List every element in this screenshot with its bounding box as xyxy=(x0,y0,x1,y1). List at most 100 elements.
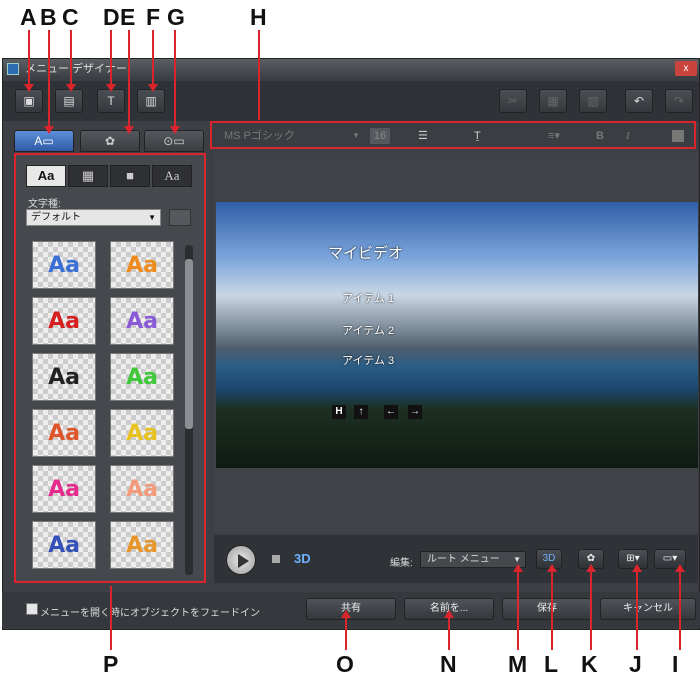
chevron-down-icon: ▼ xyxy=(148,213,156,222)
style-thumb-5[interactable]: Aa xyxy=(32,353,96,401)
callout-arrow-f xyxy=(148,84,158,92)
share-button[interactable]: 共有 xyxy=(306,598,396,620)
subtab-outline[interactable]: Aa xyxy=(152,165,192,187)
callout-line-c xyxy=(70,30,72,86)
style-thumb-1[interactable]: Aa xyxy=(32,241,96,289)
callout-p: P xyxy=(103,651,119,677)
callout-g: G xyxy=(167,4,185,30)
font-settings-button[interactable] xyxy=(169,209,191,226)
home-nav-button[interactable]: H xyxy=(332,405,346,419)
callout-arrow-a xyxy=(24,84,34,92)
callout-line-b xyxy=(48,30,50,130)
font-type-label: 文字種: xyxy=(28,199,61,210)
redo-icon[interactable]: ↷ xyxy=(665,89,693,113)
callout-n: N xyxy=(440,651,457,677)
cut-icon[interactable]: ✂ xyxy=(499,89,527,113)
menu-item-2[interactable]: アイテム 2 xyxy=(342,322,394,338)
color-swatch[interactable] xyxy=(672,130,684,142)
add-image-button[interactable]: ▤ xyxy=(55,89,83,113)
callout-line-e xyxy=(128,30,130,130)
callout-m: M xyxy=(508,651,528,677)
menu-item-3[interactable]: アイテム 3 xyxy=(342,352,394,368)
callout-j: J xyxy=(629,651,642,677)
style-thumb-6[interactable]: Aa xyxy=(110,353,174,401)
callout-arrow-m xyxy=(513,564,523,572)
undo-icon[interactable]: ↶ xyxy=(625,89,653,113)
menu-page-value: ルート メニュー xyxy=(427,554,500,565)
menu-title-text[interactable]: マイビデオ xyxy=(328,242,403,263)
callout-arrow-g xyxy=(170,126,180,134)
next-nav-button[interactable]: → xyxy=(408,405,422,419)
callout-line-m xyxy=(517,570,519,650)
edit-label: 編集: xyxy=(390,558,413,569)
line-spacing-icon[interactable]: ☰ xyxy=(418,128,428,144)
callout-arrow-d xyxy=(106,84,116,92)
callout-line-h xyxy=(258,30,260,120)
save-button[interactable]: 保存 xyxy=(502,598,592,620)
callout-arrow-j xyxy=(632,564,642,572)
callout-line-g xyxy=(174,30,176,130)
up-nav-button[interactable]: ↑ xyxy=(354,405,368,419)
cancel-button[interactable]: キャンセル xyxy=(600,598,696,620)
scrollbar-thumb[interactable] xyxy=(185,259,193,429)
add-text-button[interactable]: T xyxy=(97,89,125,113)
style-thumb-11[interactable]: Aa xyxy=(32,521,96,569)
callout-arrow-k xyxy=(586,564,596,572)
menu-page-select[interactable]: ルート メニュー ▼ xyxy=(420,551,526,568)
font-type-select[interactable]: デフォルト ▼ xyxy=(26,209,161,226)
font-family-select[interactable]: MS Pゴシック xyxy=(224,128,295,144)
style-thumb-8[interactable]: Aa xyxy=(110,409,174,457)
callout-d: D xyxy=(103,4,120,30)
close-button[interactable]: x xyxy=(675,61,697,76)
import-background-button[interactable]: ▣ xyxy=(15,89,43,113)
callout-k: K xyxy=(581,651,598,677)
font-size-select[interactable]: 16 xyxy=(370,128,390,144)
playback-bar: 3D 編集: ルート メニュー ▼ 3D ✿ ⊞▾ ▭▾ xyxy=(214,535,698,583)
style-thumb-12[interactable]: Aa xyxy=(110,521,174,569)
callout-line-j xyxy=(636,570,638,650)
callout-c: C xyxy=(62,4,79,30)
callout-arrow-n xyxy=(444,610,454,618)
callout-l: L xyxy=(544,651,559,677)
callout-o: O xyxy=(336,651,354,677)
bold-button[interactable]: B xyxy=(596,128,604,144)
callout-line-f xyxy=(152,30,154,86)
callout-line-o xyxy=(345,616,347,650)
play-icon xyxy=(238,554,249,568)
stop-button[interactable] xyxy=(272,555,280,563)
italic-button[interactable]: I xyxy=(626,128,630,144)
subtab-fill[interactable]: ■ xyxy=(110,165,150,187)
chevron-down-icon: ▼ xyxy=(352,131,360,140)
menu-preview-canvas[interactable]: マイビデオ アイテム 1 アイテム 2 アイテム 3 H ↑ ← → xyxy=(216,202,698,468)
paste-icon[interactable]: ▧ xyxy=(579,89,607,113)
style-thumb-10[interactable]: Aa xyxy=(110,465,174,513)
callout-arrow-c xyxy=(66,84,76,92)
copy-icon[interactable]: ▦ xyxy=(539,89,567,113)
subtab-text-style[interactable]: Aa xyxy=(26,165,66,187)
app-icon xyxy=(7,63,19,75)
callout-e: E xyxy=(120,4,136,30)
play-button[interactable] xyxy=(226,545,256,575)
style-thumb-3[interactable]: Aa xyxy=(32,297,96,345)
style-scrollbar[interactable] xyxy=(185,245,193,575)
style-thumb-4[interactable]: Aa xyxy=(110,297,174,345)
3d-mode-toggle[interactable]: 3D xyxy=(294,551,311,566)
callout-b: B xyxy=(40,4,57,30)
callout-f: F xyxy=(146,4,161,30)
menu-item-1[interactable]: アイテム 1 xyxy=(342,290,394,306)
align-icon[interactable]: ≡▾ xyxy=(548,128,560,144)
subtab-shadow[interactable]: ▦ xyxy=(68,165,108,187)
add-button-button[interactable]: ▥ xyxy=(137,89,165,113)
fade-in-label: メニューを開く時にオブジェクトをフェードイン xyxy=(40,608,260,619)
fade-in-checkbox[interactable] xyxy=(26,603,38,615)
text-style-panel: Aa ▦ ■ Aa 文字種: デフォルト ▼ Aa Aa Aa Aa Aa Aa… xyxy=(14,153,206,583)
character-spacing-icon[interactable]: Ṯ xyxy=(474,128,481,144)
style-thumb-7[interactable]: Aa xyxy=(32,409,96,457)
callout-arrow-i xyxy=(675,564,685,572)
callout-line-a xyxy=(28,30,30,86)
font-toolbar: MS Pゴシック ▼ 16 ☰ Ṯ ≡▾ B I xyxy=(210,121,696,149)
prev-nav-button[interactable]: ← xyxy=(384,405,398,419)
callout-line-l xyxy=(551,570,553,650)
style-thumb-2[interactable]: Aa xyxy=(110,241,174,289)
style-thumb-9[interactable]: Aa xyxy=(32,465,96,513)
